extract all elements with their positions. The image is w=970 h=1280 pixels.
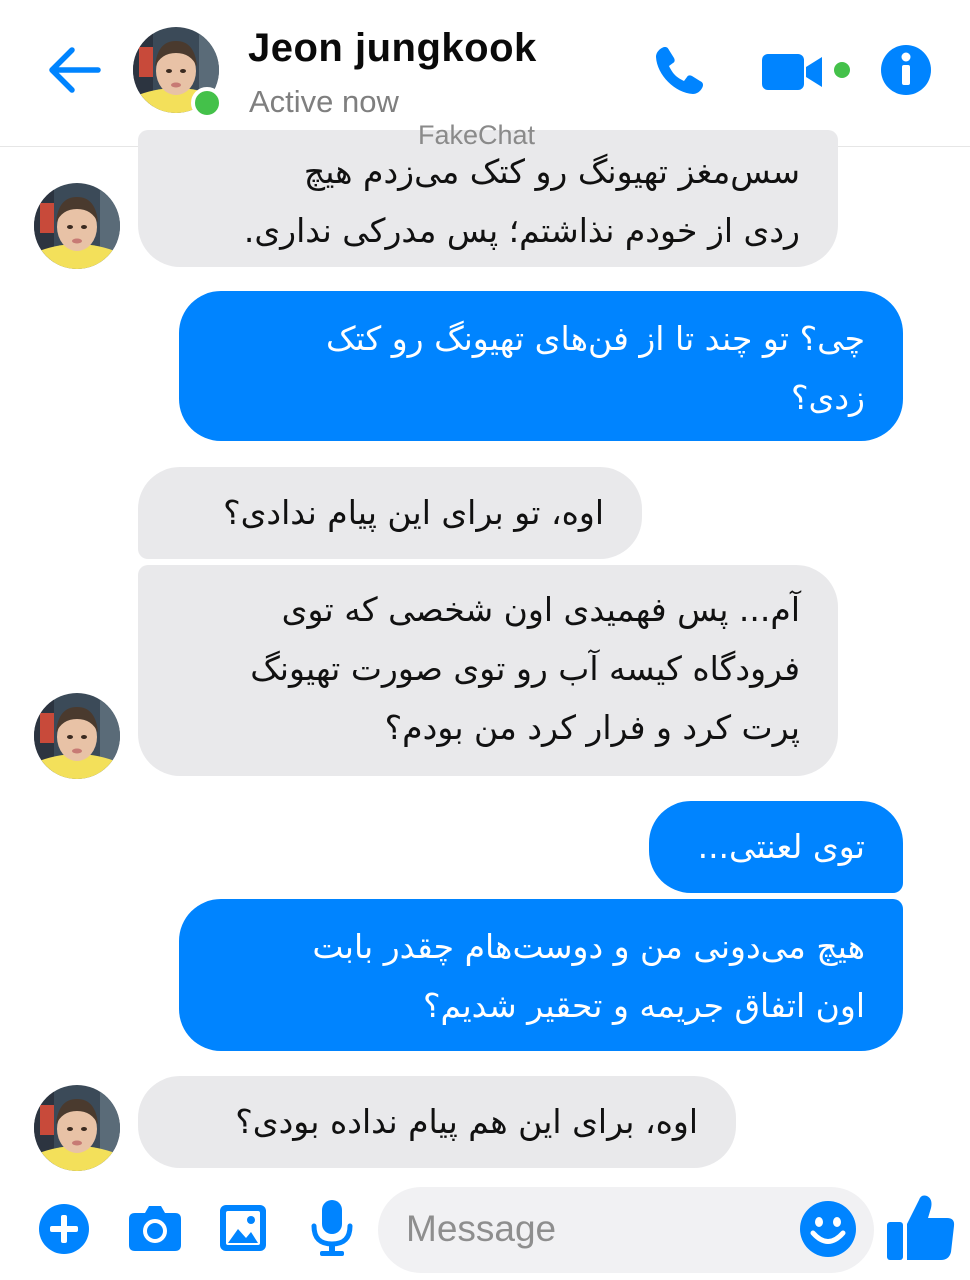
emoji-icon[interactable]: [799, 1200, 857, 1258]
incoming-message[interactable]: اوه، تو برای این پیام ندادی؟: [138, 467, 642, 559]
incoming-message[interactable]: آم... پس فهمیدی اون شخصی که توی فرودگاه …: [138, 565, 838, 776]
avatar: [34, 1085, 120, 1171]
thumbs-up-icon[interactable]: [885, 1192, 957, 1262]
outgoing-message[interactable]: چی؟ تو چند تا از فن‌های تهیونگ رو کتک زد…: [179, 291, 903, 441]
contact-name[interactable]: Jeon jungkook: [248, 26, 537, 71]
plus-icon[interactable]: [38, 1203, 90, 1255]
avatar: [34, 183, 120, 269]
avatar: [34, 693, 120, 779]
info-icon[interactable]: [880, 44, 932, 96]
video-camera-icon[interactable]: [760, 50, 856, 94]
outgoing-message[interactable]: هیچ می‌دونی من و دوست‌هام چقدر بابت اون …: [179, 899, 903, 1051]
incoming-message[interactable]: اوه، برای این هم پیام نداده بودی؟: [138, 1076, 736, 1168]
outgoing-message[interactable]: توی لعنتی...: [649, 801, 903, 893]
phone-icon[interactable]: [650, 42, 708, 100]
microphone-icon[interactable]: [310, 1198, 354, 1258]
image-icon[interactable]: [218, 1203, 268, 1253]
back-arrow-icon[interactable]: [46, 44, 102, 96]
message-placeholder: Message: [406, 1208, 557, 1249]
camera-icon[interactable]: [127, 1203, 183, 1253]
watermark: FakeChat: [418, 120, 536, 150]
active-status: Active now: [249, 84, 399, 119]
online-indicator: [191, 87, 223, 119]
